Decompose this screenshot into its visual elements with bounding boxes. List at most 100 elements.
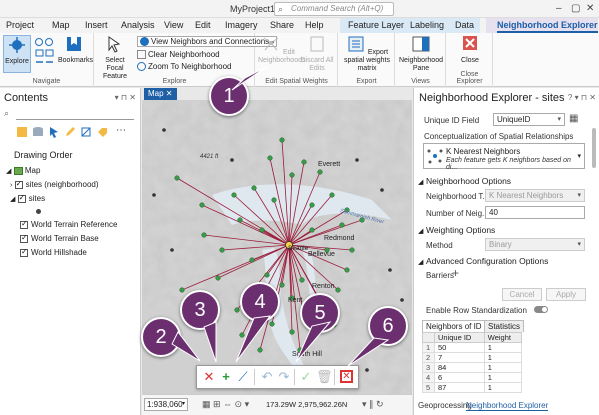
site-point[interactable] [400, 298, 404, 302]
edit-neighborhoods-button[interactable]: Edit Neighborhoods [258, 35, 305, 65]
list-by-selection-icon[interactable] [48, 126, 60, 138]
neighbor-site-point[interactable] [335, 287, 341, 293]
layer-checkbox[interactable] [14, 179, 23, 189]
apply-icon[interactable]: ✓ [299, 370, 313, 384]
tree-item-world-terrain-reference[interactable]: World Terrain Reference [20, 219, 117, 229]
zoom-to-neighborhood-button[interactable]: Zoom To Neighborhood [137, 62, 231, 72]
neighbor-site-point[interactable] [234, 307, 240, 313]
layer-checkbox[interactable] [17, 193, 26, 203]
neighbor-site-point[interactable] [317, 169, 323, 175]
neighbor-site-point[interactable] [179, 287, 185, 293]
neighbor-site-point[interactable] [309, 227, 315, 233]
pane-header-buttons[interactable]: ? ▾ ⊓ ✕ [568, 93, 596, 102]
advanced-options-section[interactable]: ◢ Advanced Configuration Options [418, 256, 548, 266]
tab-help[interactable]: Help [305, 20, 324, 30]
tree-item-sites[interactable]: ◢ sites [10, 193, 45, 203]
method-dropdown[interactable]: Binary ▾ [485, 238, 585, 251]
list-by-drawing-order-icon[interactable] [16, 126, 28, 138]
pane-scrollbar[interactable] [592, 128, 596, 168]
tab-view[interactable]: View [164, 20, 183, 30]
tab-feature-layer[interactable]: Feature Layer [348, 20, 404, 30]
table-row[interactable]: 271 [422, 352, 523, 363]
conceptualization-dropdown[interactable]: K Nearest Neighbors Each feature gets K … [423, 143, 585, 171]
neighbor-site-point[interactable] [239, 332, 245, 338]
row-standardization-toggle[interactable] [534, 306, 548, 313]
site-point[interactable] [210, 330, 214, 334]
site-point[interactable] [152, 193, 156, 197]
select-focal-feature-button[interactable]: Select Focal Feature [97, 35, 133, 81]
command-search-input[interactable]: ⌕ Command Search (Alt+Q) [274, 2, 394, 16]
export-matrix-button[interactable]: Export spatial weights matrix [341, 35, 393, 73]
edit-weight-icon[interactable]: ⟋ [236, 370, 250, 384]
tab-edit[interactable]: Edit [195, 20, 211, 30]
site-point[interactable] [162, 128, 166, 132]
cancel-button[interactable]: Cancel [502, 288, 542, 301]
tab-data[interactable]: Data [455, 20, 474, 30]
tree-item-world-terrain-base[interactable]: World Terrain Base [20, 233, 99, 243]
undo-icon[interactable]: ↶ [260, 370, 274, 384]
add-neighbor-icon[interactable]: + [219, 370, 233, 384]
remove-neighbor-icon[interactable]: ✕ [202, 370, 216, 384]
collapse-icon[interactable]: ◢ [6, 168, 11, 175]
list-by-editing-icon[interactable] [64, 126, 76, 138]
neighbor-site-point[interactable] [219, 247, 225, 253]
neighbor-site-point[interactable] [344, 267, 350, 273]
tab-share[interactable]: Share [270, 20, 294, 30]
apply-button[interactable]: Apply [546, 288, 586, 301]
neighbor-site-point[interactable] [329, 192, 335, 198]
list-by-snapping-icon[interactable] [80, 126, 92, 138]
neighbor-site-point[interactable] [339, 222, 345, 228]
tree-item-map[interactable]: ◢ Map [6, 166, 40, 175]
neighborhood-type-dropdown[interactable]: K Nearest Neighbors ▾ [485, 189, 585, 202]
table-row[interactable]: 5 87 1 [422, 382, 523, 393]
neighbor-site-point[interactable] [279, 282, 285, 288]
neighbor-site-point[interactable] [174, 175, 180, 181]
tab-project[interactable]: Project [6, 20, 34, 30]
field-table-icon[interactable]: ▦ [569, 113, 578, 124]
neighbor-site-point[interactable] [257, 347, 263, 353]
contents-search-input[interactable] [16, 108, 134, 120]
map-canvas[interactable]: Everett Redmond Bellevue Renton Kent Sea… [142, 100, 412, 394]
unique-id-dropdown[interactable]: UniqueID ▾ [493, 113, 565, 126]
discard-edits-button[interactable]: Discard All Edits [300, 35, 334, 73]
site-point[interactable] [170, 248, 174, 252]
tab-imagery[interactable]: Imagery [225, 20, 258, 30]
list-by-source-icon[interactable] [32, 126, 44, 138]
redo-icon[interactable]: ↷ [277, 370, 291, 384]
tab-geoprocessing[interactable]: Geoprocessing [418, 401, 472, 410]
neighbor-site-point[interactable] [289, 329, 295, 335]
neighbor-site-point[interactable] [259, 227, 265, 233]
neighbor-site-point[interactable] [237, 217, 243, 223]
layer-checkbox[interactable] [20, 219, 28, 229]
add-barrier-icon[interactable]: + [452, 266, 459, 280]
num-neighbors-input[interactable]: 40 [485, 206, 585, 219]
nav-small-tools-icon[interactable] [34, 37, 56, 69]
neighbor-site-point[interactable] [215, 275, 221, 281]
neighbor-site-point[interactable] [279, 137, 285, 143]
tab-neighborhood-explorer[interactable]: Neighborhood Explorer [497, 20, 598, 33]
tab-map[interactable]: Map [52, 20, 70, 30]
neighbor-site-point[interactable] [289, 172, 295, 178]
explore-button[interactable]: Explore [3, 35, 31, 73]
table-row[interactable]: 461 [422, 372, 523, 383]
list-by-labeling-icon[interactable] [96, 126, 108, 138]
neighbor-site-point[interactable] [267, 155, 273, 161]
site-point[interactable] [365, 368, 369, 372]
status-tools-icon[interactable]: ▦ ⊞ ⇔ ⊙ ▾ [202, 399, 249, 410]
pane-options-icon[interactable]: ▾ ⊓ ✕ [115, 93, 136, 102]
scale-selector[interactable]: 1:938,060 ▾ [144, 398, 188, 411]
neighborhood-pane-button[interactable]: Neighborhood Pane [398, 35, 444, 73]
neighbor-site-point[interactable] [299, 277, 305, 283]
maximize-icon[interactable]: ▢ [571, 3, 580, 14]
layer-checkbox[interactable] [20, 233, 28, 243]
status-right-icons[interactable]: ▾ ∥ ↻ [362, 399, 384, 410]
exit-edit-icon[interactable]: ✕ [340, 370, 353, 383]
weighting-options-section[interactable]: ◢ Weighting Options [418, 225, 495, 235]
more-icon[interactable]: ⋯ [116, 125, 126, 136]
tab-insert[interactable]: Insert [85, 20, 108, 30]
neighborhood-options-section[interactable]: ◢ Neighborhood Options [418, 176, 511, 186]
site-point[interactable] [388, 268, 392, 272]
site-point[interactable] [355, 158, 359, 162]
tab-analysis[interactable]: Analysis [121, 20, 155, 30]
neighbor-site-point[interactable] [309, 202, 315, 208]
